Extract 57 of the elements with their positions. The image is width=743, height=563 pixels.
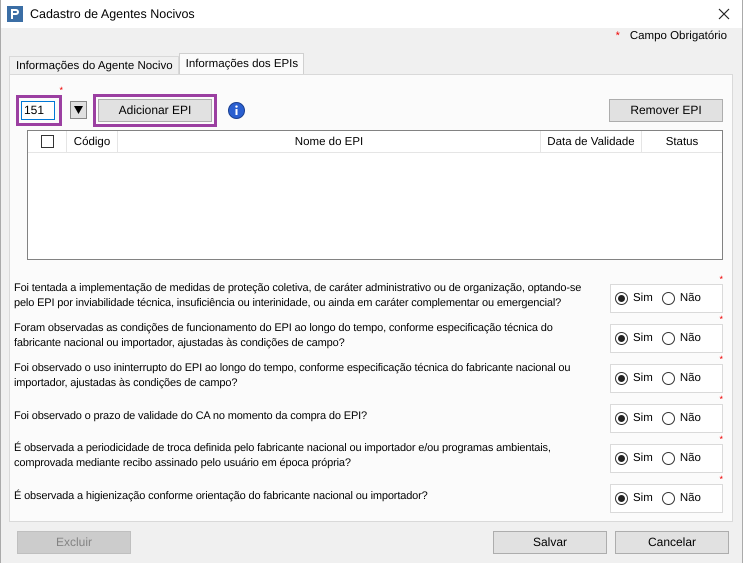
column-header[interactable]: Data de Validade: [541, 131, 642, 152]
radio-button[interactable]: [662, 292, 675, 304]
tab[interactable]: Informações do Agente Nocivo: [9, 56, 179, 74]
epi-code-field[interactable]: 151: [21, 100, 55, 120]
required-mark: *: [719, 474, 723, 484]
radio-button[interactable]: [662, 492, 675, 504]
radio-button[interactable]: [662, 372, 675, 384]
dropdown-button[interactable]: [70, 101, 87, 119]
close-icon[interactable]: [718, 8, 730, 20]
column-header[interactable]: Status: [642, 131, 722, 152]
column-header[interactable]: Código: [67, 131, 118, 152]
radio-label[interactable]: Sim: [633, 452, 653, 464]
radio-label[interactable]: Não: [680, 452, 701, 464]
radio-label[interactable]: Não: [680, 292, 701, 304]
radio-label[interactable]: Não: [680, 372, 701, 384]
footer-button[interactable]: Salvar: [493, 530, 607, 554]
radio-label[interactable]: Não: [680, 492, 701, 504]
radio-label[interactable]: Sim: [633, 332, 653, 344]
question-text: É observada a periodicidade de troca definida pelo fabricante nacional ou importador e/ou programas ambientais, comprovada mediante recibo assinado pelo usuário em época própria?: [14, 441, 552, 471]
question-text: Foram observadas as condições de funcionamento do EPI ao longo do tempo, conforme especificação técnica do fabricante nacional ou importador, ajustadas às condições de campo?: [14, 321, 554, 351]
radio-label[interactable]: Não: [680, 412, 701, 424]
required-legend: Campo Obrigatório: [630, 30, 727, 42]
radio-label[interactable]: Sim: [633, 412, 653, 424]
question-text: Foi observado o prazo de validade do CA no momento da compra do EPI?: [14, 408, 368, 424]
required-mark: *: [59, 84, 63, 94]
required-mark: *: [719, 394, 723, 404]
radio-label[interactable]: Sim: [633, 372, 653, 384]
radio-button[interactable]: [662, 412, 675, 424]
radio-button[interactable]: [662, 332, 675, 344]
info-icon[interactable]: [228, 102, 245, 118]
question-text: Foi observado o uso ininterrupto do EPI ao longo do tempo, conforme especificação técnica do fabricante nacional ou importador, ajustadas às condições de campo?: [14, 361, 572, 391]
radio-button[interactable]: [615, 452, 628, 464]
footer-button[interactable]: Cancelar: [615, 530, 729, 554]
radio-label[interactable]: Sim: [633, 492, 653, 504]
app-logo-icon: [7, 6, 23, 22]
radio-label[interactable]: Sim: [633, 292, 653, 304]
required-mark: *: [719, 434, 723, 444]
select-all-checkbox[interactable]: [40, 135, 54, 148]
caret-icon[interactable]: [74, 106, 83, 114]
required-mark: *: [616, 30, 620, 42]
required-mark: *: [719, 314, 723, 324]
add-epi-button[interactable]: Adicionar EPI: [98, 98, 212, 122]
tab[interactable]: Informações dos EPIs: [178, 53, 304, 74]
remove-epi-button[interactable]: Remover EPI: [609, 98, 723, 122]
window-title: Cadastro de Agentes Nocivos: [30, 7, 196, 21]
required-mark: *: [719, 354, 723, 364]
radio-button[interactable]: [615, 292, 628, 304]
radio-label[interactable]: Não: [680, 332, 701, 344]
radio-button[interactable]: [615, 372, 628, 384]
radio-button[interactable]: [615, 492, 628, 504]
radio-button[interactable]: [615, 412, 628, 424]
question-text: É observada a higienização conforme orientação do fabricante nacional ou importador?: [14, 488, 429, 504]
question-text: Foi tentada a implementação de medidas de proteção coletiva, de caráter administrativo ou de organização, optando-se pelo EPI por inviabilidade técnica, insuficiência ou interinidade, ou ainda em caráter complementar ou emergencial?: [14, 281, 582, 311]
column-header[interactable]: Nome do EPI: [118, 131, 541, 152]
required-mark: *: [719, 274, 723, 284]
radio-button[interactable]: [662, 452, 675, 464]
radio-button[interactable]: [615, 332, 628, 344]
